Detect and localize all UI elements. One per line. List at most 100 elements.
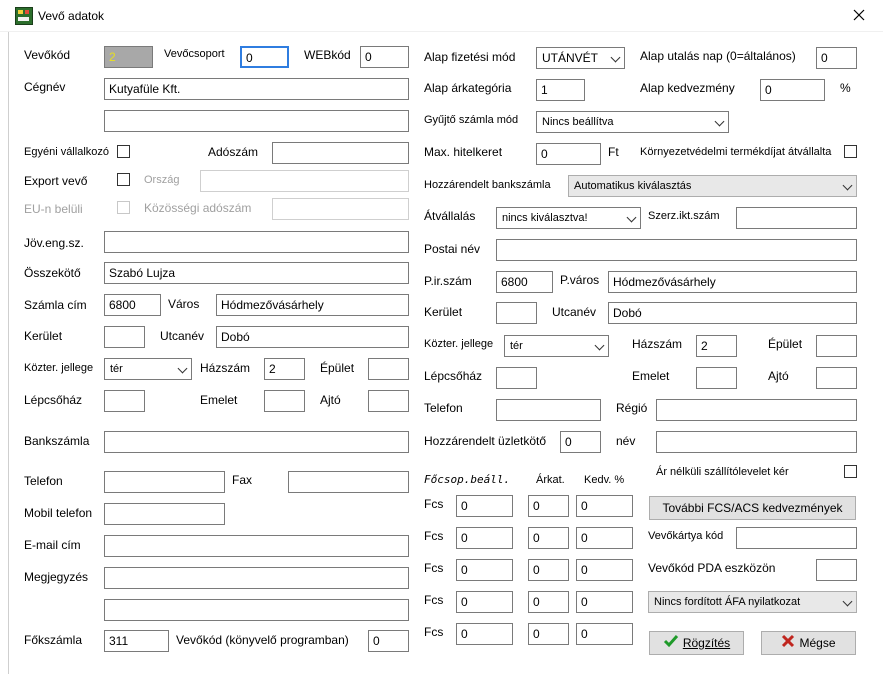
megse-button[interactable]: Mégse [761,631,856,655]
kedv-input[interactable]: 0 [576,559,633,581]
adoszam-input[interactable] [272,142,409,164]
kornyezet-label: Környezetvédelmi termékdíjat átvállalta [640,146,832,158]
atvallalas-select[interactable]: nincs kiválasztva! [496,207,641,229]
fcs-row-label: Fcs [424,625,444,639]
cegnev-input[interactable]: Kutyafüle Kft. [104,78,409,100]
osszekoto-input[interactable]: Szabó Lujza [104,262,409,284]
utcanev-label: Utcanév [160,329,205,343]
kerulet-input[interactable] [104,326,145,348]
vevocsoport-input[interactable]: 0 [240,46,289,68]
ajto-r-input[interactable] [816,367,857,389]
emelet-r-input[interactable] [696,367,737,389]
joveng-input[interactable] [104,231,409,253]
close-icon[interactable] [846,3,872,27]
email-input[interactable] [104,535,409,557]
eu-checkbox[interactable] [117,201,130,214]
window-title: Vevő adatok [38,9,105,23]
bankszamla-input[interactable] [104,431,409,453]
varos-input[interactable]: Hódmezővásárhely [216,294,409,316]
arkat-input[interactable]: 0 [528,495,569,517]
regio-label: Régió [616,401,648,415]
kozter-r-select[interactable]: tér [504,335,609,357]
lepcsohaz-input[interactable] [104,390,145,412]
regio-input[interactable] [656,399,857,421]
arkat-input[interactable]: 0 [528,623,569,645]
mobil-input[interactable] [104,503,225,525]
webkod-input[interactable]: 0 [360,46,409,68]
gyujto-select[interactable]: Nincs beállítva [536,111,729,133]
orszag-input[interactable] [200,170,409,192]
fcs-row-label: Fcs [424,497,444,511]
fcs-input[interactable]: 0 [456,591,513,613]
cross-icon [781,633,795,655]
arkat-input[interactable]: 0 [528,591,569,613]
megjegyzes-input-2[interactable] [104,599,409,621]
afa-value: Nincs fordított ÁFA nyilatkozat [654,596,801,608]
vevokod-konyvelo-input[interactable]: 0 [368,630,409,652]
vevokod-label: Vevőkód [24,48,71,62]
cegnev-input-2[interactable] [104,110,409,132]
vevokartya-input[interactable] [736,527,857,549]
joveng-label: Jöv.eng.sz. [24,236,84,250]
kedvezmeny-input[interactable]: 0 [760,79,825,101]
email-label: E-mail cím [24,538,81,552]
postai-input[interactable] [496,239,857,261]
hitelkeret-label: Max. hitelkeret [424,145,503,159]
kornyezet-checkbox[interactable] [844,145,857,158]
egyeni-checkbox[interactable] [117,145,130,158]
pirszam-input[interactable]: 6800 [496,271,553,293]
kozossegi-input[interactable] [272,198,409,220]
szallito-checkbox[interactable] [844,465,857,478]
utcanev-input[interactable]: Dobó [216,326,409,348]
emelet-r-label: Emelet [632,369,670,383]
rogzites-button[interactable]: Rögzítés [649,631,744,655]
epulet-input[interactable] [368,358,409,380]
kozter-value: tér [110,363,123,375]
bankszamla-label: Bankszámla [24,434,90,448]
szerz-input[interactable] [736,207,857,229]
kerulet-r-input[interactable] [496,302,537,324]
hazszam-r-input[interactable]: 2 [696,335,737,357]
uzletkoto-nev-input[interactable] [656,431,857,453]
telefon-input[interactable] [104,471,225,493]
checkmark-icon [663,633,679,655]
pda-input[interactable] [816,559,857,581]
megjegyzes-input[interactable] [104,567,409,589]
arkategoria-input[interactable]: 1 [536,79,585,101]
epulet-r-input[interactable] [816,335,857,357]
ajto-input[interactable] [368,390,409,412]
fcs-input[interactable]: 0 [456,527,513,549]
kedv-input[interactable]: 0 [576,591,633,613]
hazszam-input[interactable]: 2 [264,358,305,380]
kozter-select[interactable]: tér [104,358,192,380]
uzletkoto-input[interactable]: 0 [560,431,601,453]
fokszamla-input[interactable]: 311 [104,630,169,652]
irsz-input[interactable]: 6800 [104,294,161,316]
arkat-input[interactable]: 0 [528,559,569,581]
fizmod-select[interactable]: UTÁNVÉT [536,47,625,69]
bankszamla-select[interactable]: Automatikus kiválasztás [568,175,857,197]
fcs-input[interactable]: 0 [456,623,513,645]
emelet-input[interactable] [264,390,305,412]
kedv-input[interactable]: 0 [576,495,633,517]
tovabbi-kedvezmenyek-button[interactable]: További FCS/ACS kedvezmények [649,496,856,520]
pvaros-input[interactable]: Hódmezővásárhely [608,271,857,293]
fcs-input[interactable]: 0 [456,559,513,581]
utcanev-r-input[interactable]: Dobó [608,302,857,324]
telefon-r-input[interactable] [496,399,601,421]
vevokod-field: 2 [104,46,153,68]
lepcsohaz-r-input[interactable] [496,367,537,389]
adoszam-label: Adószám [208,145,259,159]
chevron-down-icon [626,212,637,223]
fax-input[interactable] [288,471,409,493]
kedv-input[interactable]: 0 [576,623,633,645]
atvallalas-value: nincs kiválasztva! [502,212,588,224]
fcs-input[interactable]: 0 [456,495,513,517]
arkat-input[interactable]: 0 [528,527,569,549]
afa-select[interactable]: Nincs fordított ÁFA nyilatkozat [648,591,857,613]
export-checkbox[interactable] [117,173,130,186]
utalasnap-input[interactable]: 0 [816,47,857,69]
postai-label: Postai név [424,242,481,256]
kedv-input[interactable]: 0 [576,527,633,549]
hitelkeret-input[interactable]: 0 [536,143,601,165]
